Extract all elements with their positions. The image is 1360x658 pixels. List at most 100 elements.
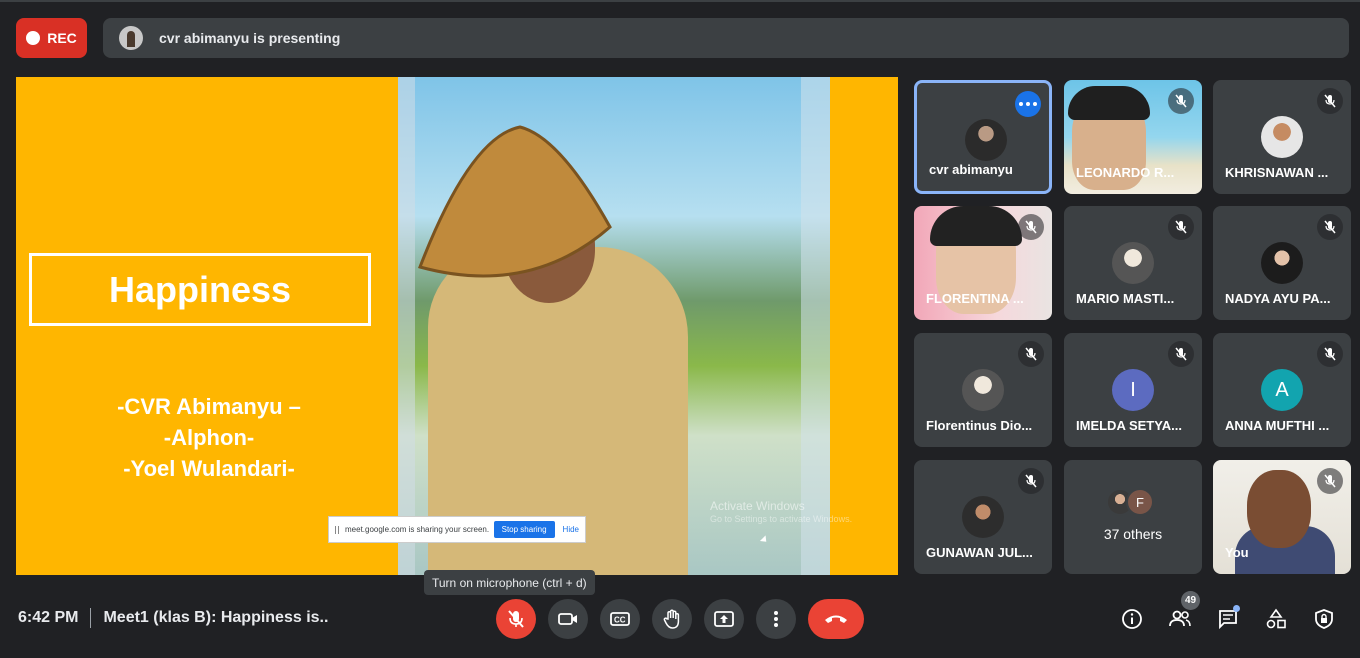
record-dot-icon	[26, 31, 41, 45]
participant-name: NADYA AYU PA...	[1225, 291, 1331, 306]
participant-tile[interactable]: LEONARDO R...	[1064, 80, 1202, 194]
mic-off-icon	[1168, 88, 1194, 114]
more-vert-icon	[774, 611, 778, 627]
author-line: -Yoel Wulandari-	[123, 456, 295, 481]
svg-text:CC: CC	[614, 616, 626, 625]
presenting-text: cvr abimanyu is presenting	[159, 30, 341, 46]
avatar-initial: F	[1136, 494, 1144, 510]
captions-icon: CC	[610, 612, 630, 626]
mic-off-icon	[1317, 341, 1343, 367]
activities-icon	[1266, 608, 1286, 629]
others-avatar-stack: F	[1106, 488, 1154, 516]
mic-off-icon	[508, 610, 524, 628]
more-options-button[interactable]	[756, 599, 796, 639]
participant-name: ANNA MUFTHI ...	[1225, 418, 1330, 433]
participant-tile[interactable]: KHRISNAWAN ...	[1213, 80, 1351, 194]
leave-call-button[interactable]	[808, 599, 864, 639]
photo-hat	[418, 125, 612, 278]
others-count: 37 others	[1103, 526, 1163, 542]
share-status-text: meet.google.com is sharing your screen.	[345, 525, 490, 534]
avatar	[1261, 116, 1303, 158]
mic-off-icon	[1317, 214, 1343, 240]
mic-tooltip: Turn on microphone (ctrl + d)	[424, 570, 595, 595]
author-line: -Alphon-	[163, 425, 255, 450]
participant-name: Florentinus Dio...	[926, 418, 1033, 433]
video-face	[1247, 470, 1311, 548]
captions-button[interactable]: CC	[600, 599, 640, 639]
drag-handle-icon[interactable]	[335, 525, 339, 534]
presenting-banner: cvr abimanyu is presenting	[103, 18, 1349, 58]
avatar: I	[1112, 369, 1154, 411]
people-icon	[1169, 610, 1191, 627]
avatar	[962, 496, 1004, 538]
self-tile[interactable]: You	[1213, 460, 1351, 574]
more-options-icon[interactable]	[1015, 91, 1041, 117]
shared-screen: Happiness -CVR Abimanyu – -Alphon- -Yoel…	[16, 77, 898, 575]
clock-time: 6:42 PM	[18, 609, 79, 626]
presenter-avatar	[119, 26, 143, 50]
others-tile[interactable]: F 37 others	[1064, 460, 1202, 574]
host-controls-button[interactable]	[1311, 606, 1337, 632]
participant-name: You	[1225, 545, 1249, 560]
avatar-initial: I	[1130, 378, 1136, 401]
photo-edge-left	[398, 77, 415, 575]
hide-button[interactable]: Hide	[563, 525, 579, 534]
present-icon	[714, 611, 734, 627]
avatar	[965, 119, 1007, 161]
participant-tile[interactable]: Florentinus Dio...	[914, 333, 1052, 447]
video-hair	[930, 206, 1022, 246]
meeting-details-button[interactable]	[1119, 606, 1145, 632]
video-hair	[1068, 86, 1150, 120]
windows-watermark-sub: Go to Settings to activate Windows.	[710, 514, 853, 524]
author-line: -CVR Abimanyu –	[117, 394, 301, 419]
shield-lock-icon	[1315, 609, 1333, 629]
participant-tile[interactable]: A ANNA MUFTHI ...	[1213, 333, 1351, 447]
participant-name: MARIO MASTI...	[1076, 291, 1175, 306]
participant-tile[interactable]: MARIO MASTI...	[1064, 206, 1202, 320]
chat-notification-dot	[1233, 605, 1240, 612]
recording-badge: REC	[16, 18, 87, 58]
avatar	[1261, 242, 1303, 284]
present-screen-button[interactable]	[704, 599, 744, 639]
camera-button[interactable]	[548, 599, 588, 639]
participant-tile[interactable]: cvr abimanyu	[914, 80, 1052, 194]
participant-name: IMELDA SETYA...	[1076, 418, 1182, 433]
avatar: F	[1126, 488, 1154, 516]
participant-count-badge: 49	[1181, 591, 1200, 610]
meeting-info: 6:42 PM Meet1 (klas B): Happiness is..	[18, 608, 328, 628]
microphone-button[interactable]	[496, 599, 536, 639]
meeting-title[interactable]: Meet1 (klas B): Happiness is..	[103, 609, 328, 627]
mic-off-icon	[1317, 468, 1343, 494]
avatar-initial: A	[1275, 378, 1289, 401]
participant-name: FLORENTINA ...	[926, 291, 1024, 306]
avatar	[1112, 242, 1154, 284]
screen-share-bar: meet.google.com is sharing your screen. …	[328, 516, 586, 543]
mic-off-icon	[1168, 341, 1194, 367]
participant-tile[interactable]: I IMELDA SETYA...	[1064, 333, 1202, 447]
participant-tile[interactable]: NADYA AYU PA...	[1213, 206, 1351, 320]
slide-title: Happiness	[29, 253, 371, 326]
end-call-icon	[825, 615, 847, 623]
info-icon	[1122, 609, 1142, 629]
avatar	[962, 369, 1004, 411]
photo-edge-right	[801, 77, 830, 575]
participant-tile[interactable]: GUNAWAN JUL...	[914, 460, 1052, 574]
participant-tile[interactable]: FLORENTINA ...	[914, 206, 1052, 320]
camera-icon	[558, 613, 577, 625]
activities-button[interactable]	[1263, 606, 1289, 632]
rec-label: REC	[47, 30, 77, 46]
mic-off-icon	[1018, 468, 1044, 494]
mic-off-icon	[1317, 88, 1343, 114]
stop-sharing-button[interactable]: Stop sharing	[493, 521, 555, 538]
top-border	[0, 0, 1360, 2]
slide-authors: -CVR Abimanyu – -Alphon- -Yoel Wulandari…	[56, 391, 362, 484]
windows-watermark: Activate Windows	[710, 499, 805, 513]
participant-name: LEONARDO R...	[1076, 165, 1175, 180]
participant-name: GUNAWAN JUL...	[926, 545, 1033, 560]
divider	[90, 608, 92, 628]
raise-hand-button[interactable]	[652, 599, 692, 639]
mic-off-icon	[1168, 214, 1194, 240]
hand-icon	[663, 609, 680, 629]
participant-name: KHRISNAWAN ...	[1225, 165, 1329, 180]
mic-off-icon	[1018, 214, 1044, 240]
